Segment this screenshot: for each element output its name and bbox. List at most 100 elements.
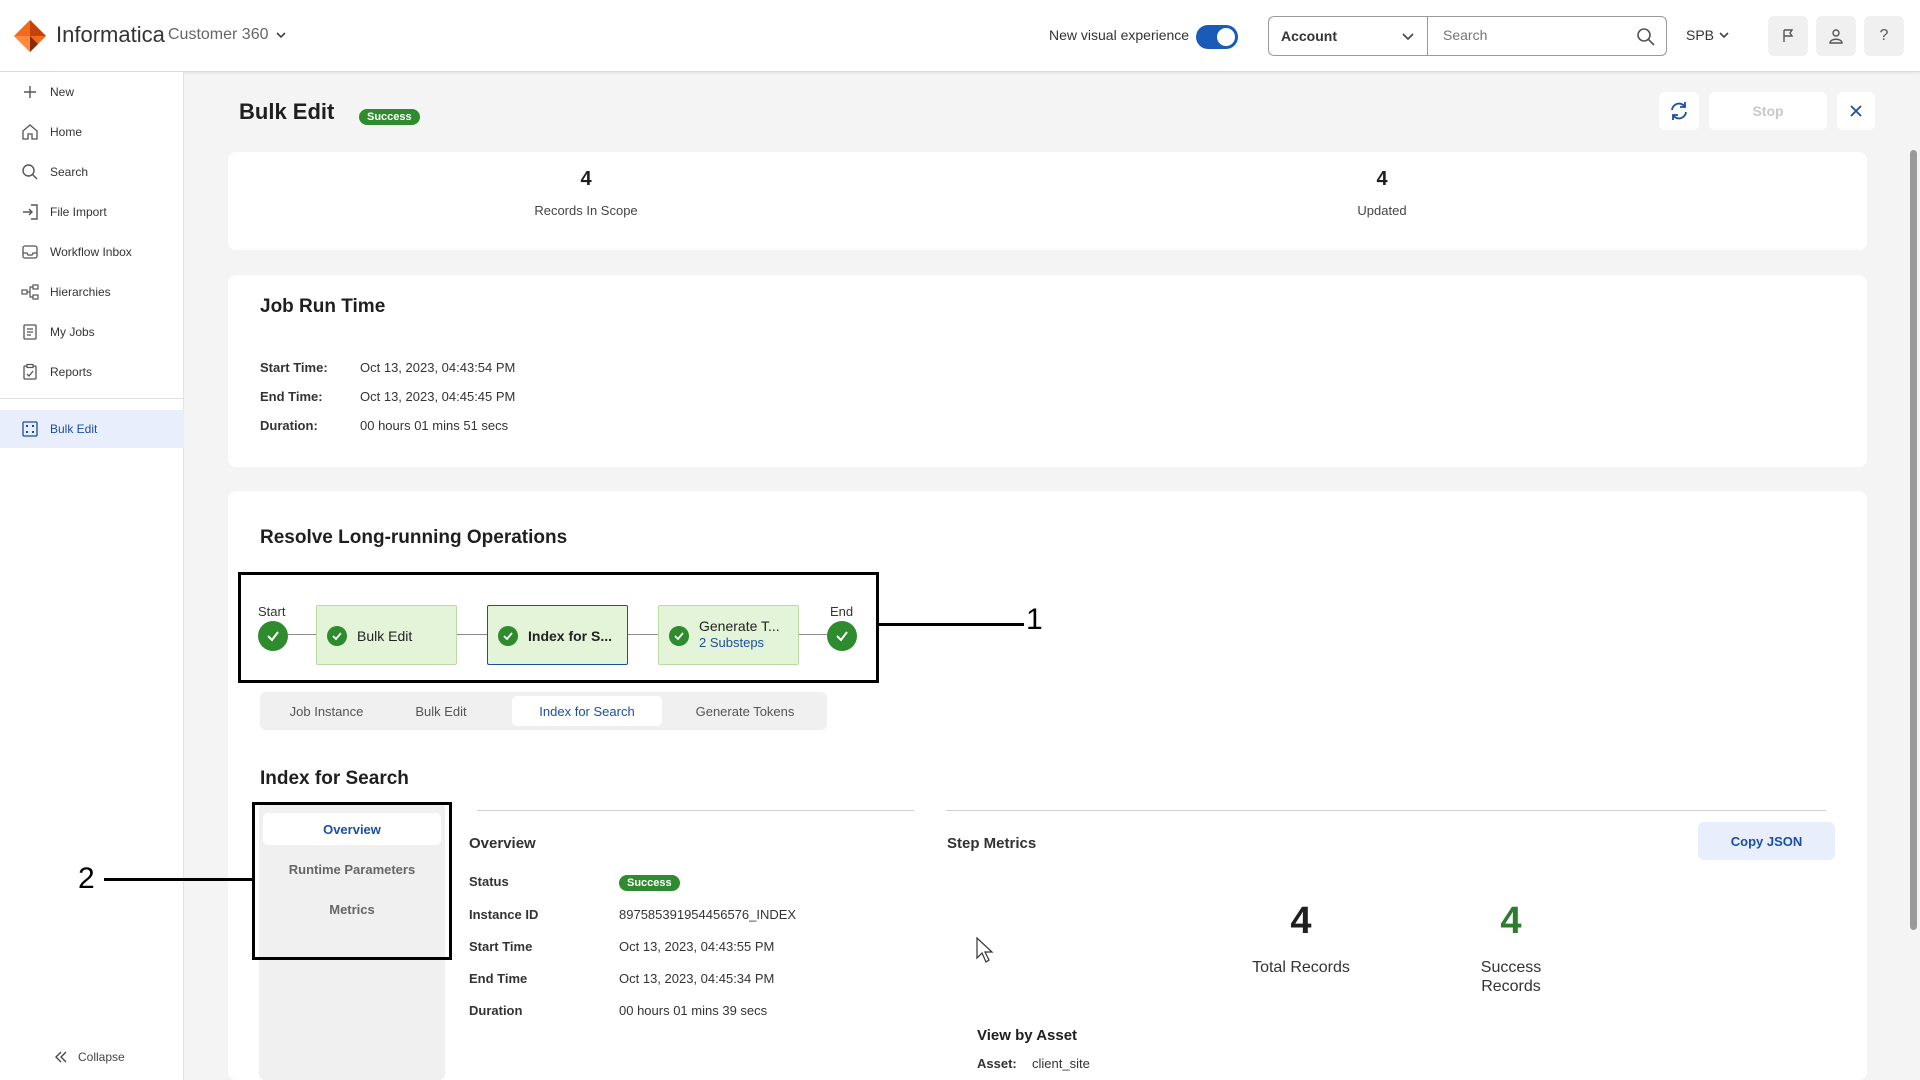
flow-end-label: End [830, 604, 854, 619]
success-records-label-line-1: Success [1480, 959, 1542, 976]
check-circle-icon [498, 626, 518, 646]
sidebar-item-label: New [50, 85, 75, 99]
top-header: Informatica Customer 360 New visual expe… [0, 0, 1920, 72]
asset-value: client_site [1032, 1056, 1090, 1071]
collapse-sidebar-button[interactable]: Collapse [54, 1050, 125, 1064]
sidebar-item-label: Hierarchies [50, 285, 111, 299]
metrics-divider [946, 810, 1826, 811]
grid-icon [20, 419, 40, 439]
sidebar-divider [0, 398, 184, 399]
sidebar-item-my-jobs[interactable]: My Jobs [0, 316, 184, 348]
view-by-asset-title: View by Asset [977, 1027, 1078, 1044]
org-selector[interactable]: SPB [1686, 27, 1730, 43]
flow-step-generate-tokens[interactable]: Generate T... 2 Substeps [658, 605, 799, 665]
end-time-value: Oct 13, 2023, 04:45:45 PM [360, 389, 516, 404]
sidebar-item-bulk-edit[interactable]: Bulk Edit [0, 410, 184, 448]
tab-bulk-edit[interactable]: Bulk Edit [391, 696, 491, 726]
sidebar: New Home Search File Import Workflow Inb… [0, 72, 184, 1080]
status-badge: Success [359, 109, 420, 125]
instance-id-label: Instance ID [469, 907, 539, 922]
callout-2-number: 2 [78, 862, 95, 895]
flow-connector [628, 634, 658, 635]
start-time-value: Oct 13, 2023, 04:43:54 PM [360, 360, 516, 375]
flow-start-label: Start [258, 604, 286, 619]
total-records-count: 4 [1290, 900, 1312, 942]
step-start-time-value: Oct 13, 2023, 04:43:55 PM [619, 939, 775, 954]
job-run-time-title: Job Run Time [260, 296, 386, 317]
brand-name[interactable]: Informatica [56, 22, 165, 48]
chevron-down-icon [275, 32, 286, 39]
collapse-label: Collapse [78, 1050, 125, 1064]
help-button[interactable]: ? [1864, 16, 1904, 56]
check-icon [267, 631, 279, 642]
flow-step-bulk-edit[interactable]: Bulk Edit [316, 605, 457, 665]
user-profile-button[interactable] [1816, 16, 1856, 56]
home-icon [20, 122, 40, 142]
flow-connector [799, 634, 827, 635]
close-icon [1850, 105, 1862, 117]
check-circle-icon [669, 626, 689, 646]
sidebar-item-label: Workflow Inbox [50, 245, 132, 259]
sidebar-item-label: Search [50, 165, 89, 179]
flow-step-index-for-search[interactable]: Index for S... [487, 605, 628, 665]
page-title: Bulk Edit [239, 99, 335, 124]
informatica-logo-icon[interactable] [12, 18, 48, 54]
status-badge: Success [619, 875, 680, 891]
substeps-link[interactable]: 2 Substeps [699, 635, 764, 650]
search-input[interactable] [1428, 17, 1618, 53]
overview-title: Overview [469, 835, 536, 852]
summary-card: 4 Records In Scope 4 Updated [228, 152, 1867, 250]
global-search [1427, 16, 1667, 56]
product-switcher[interactable]: Customer 360 [168, 26, 287, 44]
search-icon [20, 162, 40, 182]
sidebar-item-search[interactable]: Search [0, 156, 184, 188]
overview-divider [477, 810, 914, 811]
step-duration-value: 00 hours 01 mins 39 secs [619, 1003, 768, 1018]
check-icon [836, 631, 848, 642]
user-icon [1829, 29, 1843, 44]
start-time-label: Start Time: [260, 360, 328, 375]
step-end-time-value: Oct 13, 2023, 04:45:34 PM [619, 971, 775, 986]
detail-title: Index for Search [260, 768, 409, 789]
help-icon: ? [1879, 27, 1889, 44]
inbox-icon [20, 242, 40, 262]
step-start-time-label: Start Time [469, 939, 533, 954]
refresh-button[interactable] [1659, 92, 1699, 130]
copy-json-button[interactable]: Copy JSON [1698, 822, 1835, 860]
new-visual-experience-toggle[interactable] [1196, 25, 1238, 49]
sidebar-item-hierarchies[interactable]: Hierarchies [0, 276, 184, 308]
close-button[interactable] [1837, 92, 1875, 130]
org-name: SPB [1686, 27, 1715, 43]
sidebar-item-file-import[interactable]: File Import [0, 196, 184, 228]
refresh-icon [1671, 102, 1687, 120]
step-tabs: Job Instance Bulk Edit Index for Search … [260, 692, 827, 730]
search-scope-value: Account [1281, 28, 1337, 44]
import-icon [20, 202, 40, 222]
flow-end-node[interactable] [827, 621, 857, 651]
sidebar-item-workflow-inbox[interactable]: Workflow Inbox [0, 236, 184, 268]
sidebar-item-new[interactable]: New [0, 76, 184, 108]
sidebar-item-home[interactable]: Home [0, 116, 184, 148]
hierarchy-icon [20, 282, 40, 302]
search-scope-select[interactable]: Account [1268, 16, 1427, 56]
tab-job-instance[interactable]: Job Instance [266, 696, 387, 726]
end-time-label: End Time: [260, 389, 323, 404]
search-icon[interactable] [1636, 27, 1656, 47]
flow-start-node[interactable] [258, 621, 288, 651]
sidebar-item-reports[interactable]: Reports [0, 356, 184, 388]
success-records-label-line-2: Records [1481, 978, 1541, 995]
callout-1-line [879, 623, 1024, 626]
tab-generate-tokens[interactable]: Generate Tokens [668, 696, 822, 726]
flow-step-label: Bulk Edit [357, 628, 413, 644]
success-records-count: 4 [1500, 900, 1522, 942]
page-scrollbar[interactable] [1910, 150, 1917, 930]
double-chevron-left-icon [55, 1051, 67, 1063]
asset-label: Asset: [977, 1056, 1017, 1071]
flag-button[interactable] [1768, 16, 1808, 56]
flag-icon [1783, 29, 1794, 42]
stop-button[interactable]: Stop [1709, 92, 1827, 130]
subnav-highlight [252, 802, 452, 960]
flow-step-label: Generate T... [699, 618, 780, 634]
updated-count: 4 [1376, 168, 1388, 190]
tab-index-for-search[interactable]: Index for Search [512, 696, 662, 726]
